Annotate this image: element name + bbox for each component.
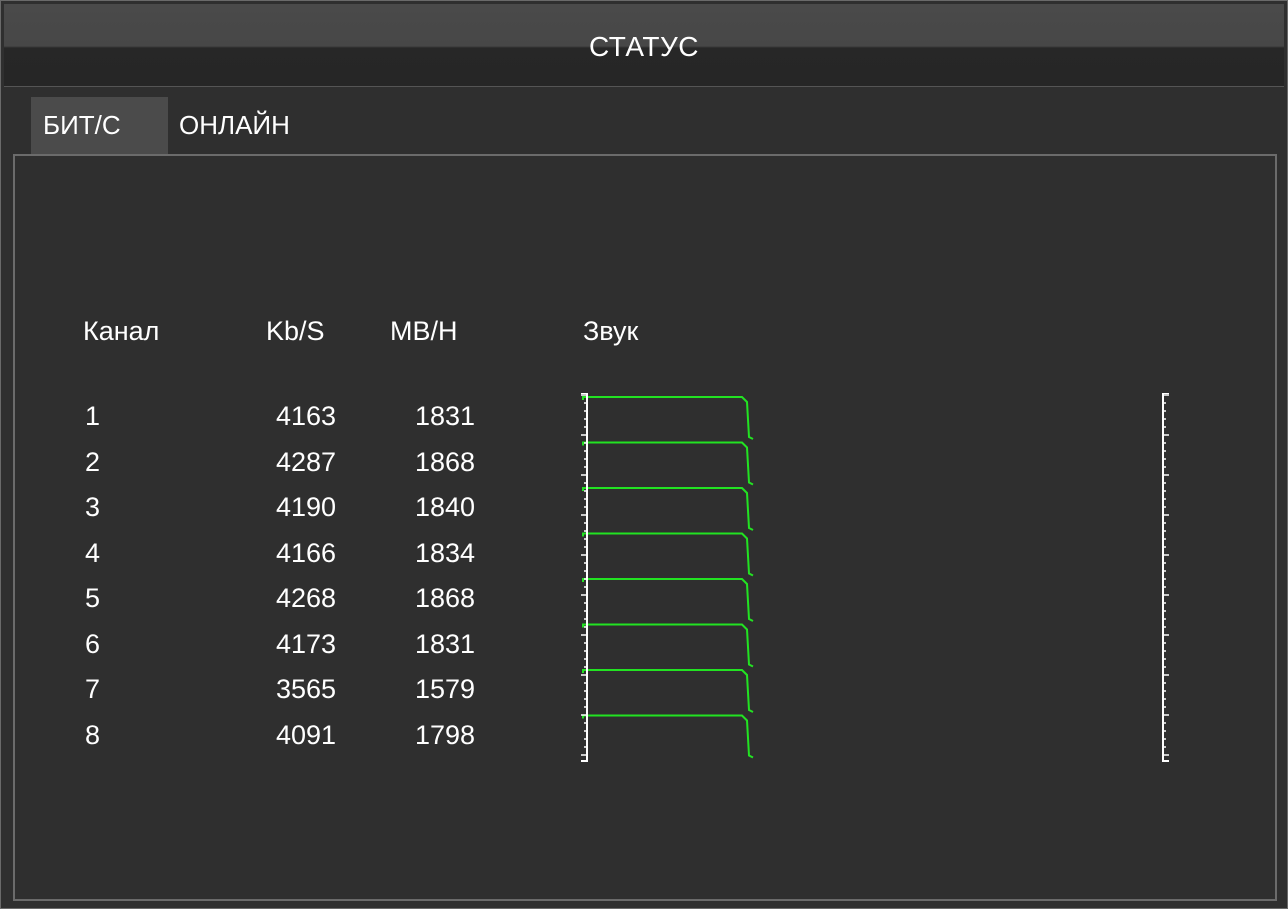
audio-trace-4 bbox=[582, 532, 754, 577]
row-mbh: 1868 bbox=[415, 446, 476, 477]
audio-trace-8 bbox=[582, 714, 754, 759]
row-mbh: 1798 bbox=[415, 719, 476, 750]
row-channel: 1 bbox=[85, 401, 101, 431]
row-channel: 5 bbox=[85, 583, 101, 613]
row-channel: 7 bbox=[85, 674, 101, 704]
title-bar: СТАТУС bbox=[4, 4, 1284, 87]
audio-scale-right bbox=[1162, 393, 1169, 762]
audio-trace-2 bbox=[582, 441, 754, 486]
row-kbps: 4166 bbox=[276, 537, 337, 568]
row-channel: 4 bbox=[85, 537, 101, 568]
row-mbh: 1868 bbox=[415, 583, 476, 613]
status-window: СТАТУС БИТ/С ОНЛАЙН Канал Kb/S MB/H Звук… bbox=[0, 0, 1288, 909]
row-mbh: 1834 bbox=[415, 537, 476, 568]
audio-trace-6 bbox=[582, 623, 754, 668]
row-kbps: 4173 bbox=[276, 628, 337, 659]
audio-trace-3 bbox=[582, 487, 754, 531]
tab-online[interactable]: ОНЛАЙН bbox=[179, 97, 290, 154]
row-channel: 6 bbox=[85, 628, 101, 659]
row-mbh: 1831 bbox=[415, 401, 476, 431]
audio-trace-5 bbox=[582, 578, 754, 622]
row-kbps: 4163 bbox=[276, 401, 337, 431]
audio-trace-1 bbox=[582, 396, 754, 440]
row-mbh: 1840 bbox=[415, 492, 476, 522]
header-kbps: Kb/S bbox=[266, 316, 325, 346]
header-audio: Звук bbox=[583, 316, 639, 346]
row-channel: 8 bbox=[85, 719, 101, 750]
tab-bitrate[interactable]: БИТ/С bbox=[31, 97, 168, 154]
row-kbps: 4091 bbox=[276, 719, 337, 750]
window-title: СТАТУС bbox=[588, 31, 700, 62]
row-kbps: 4287 bbox=[276, 446, 337, 477]
audio-trace-7 bbox=[582, 669, 754, 713]
row-kbps: 3565 bbox=[276, 674, 337, 704]
row-channel: 3 bbox=[85, 492, 101, 522]
row-mbh: 1579 bbox=[415, 674, 476, 704]
header-mbh: MB/H bbox=[390, 316, 458, 346]
row-kbps: 4268 bbox=[276, 583, 337, 613]
row-mbh: 1831 bbox=[415, 628, 476, 659]
row-channel: 2 bbox=[85, 446, 101, 477]
header-channel: Канал bbox=[83, 316, 160, 346]
audio-scale-left bbox=[581, 393, 588, 762]
row-kbps: 4190 bbox=[276, 492, 337, 522]
audio-level-graph bbox=[582, 396, 754, 759]
